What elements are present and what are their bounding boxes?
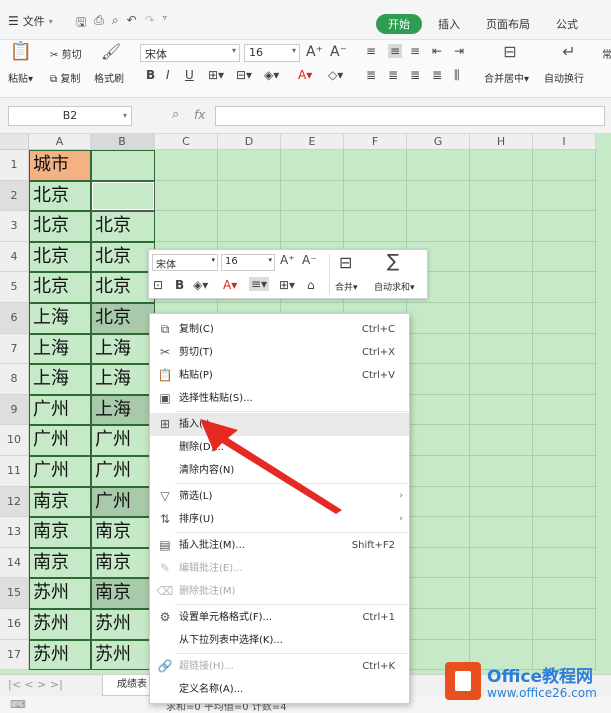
- red-arrow-annotation: [200, 419, 342, 514]
- watermark: Office教程网 www.office26.com: [445, 660, 611, 706]
- watermark-title: Office教程网: [487, 667, 594, 687]
- watermark-url: www.office26.com: [487, 686, 597, 700]
- office-logo-icon: [445, 662, 481, 700]
